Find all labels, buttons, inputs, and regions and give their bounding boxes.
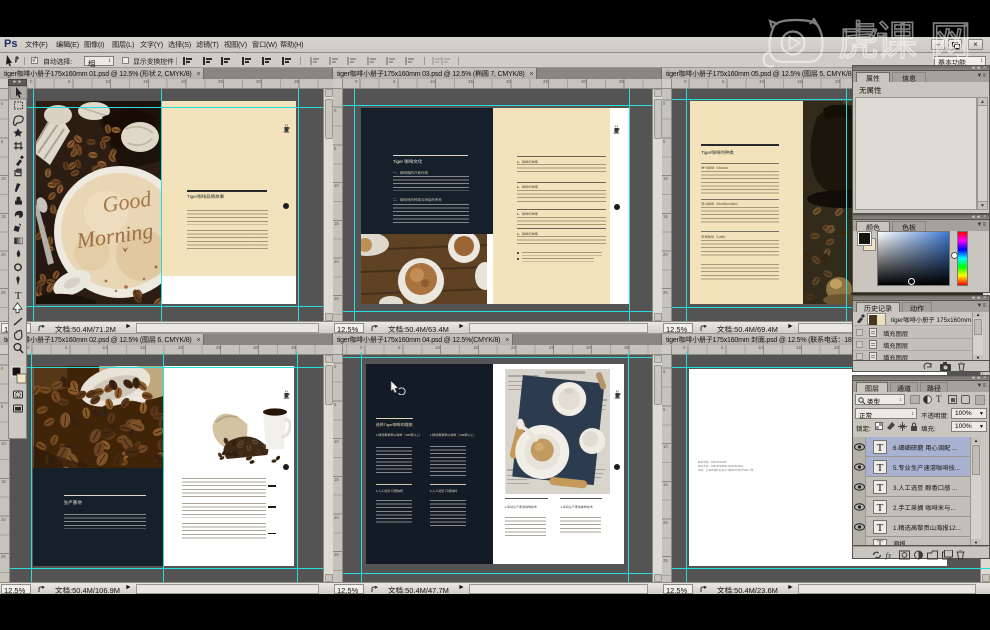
svg-text:fx: fx: [886, 551, 892, 560]
svg-text:T: T: [15, 290, 22, 302]
